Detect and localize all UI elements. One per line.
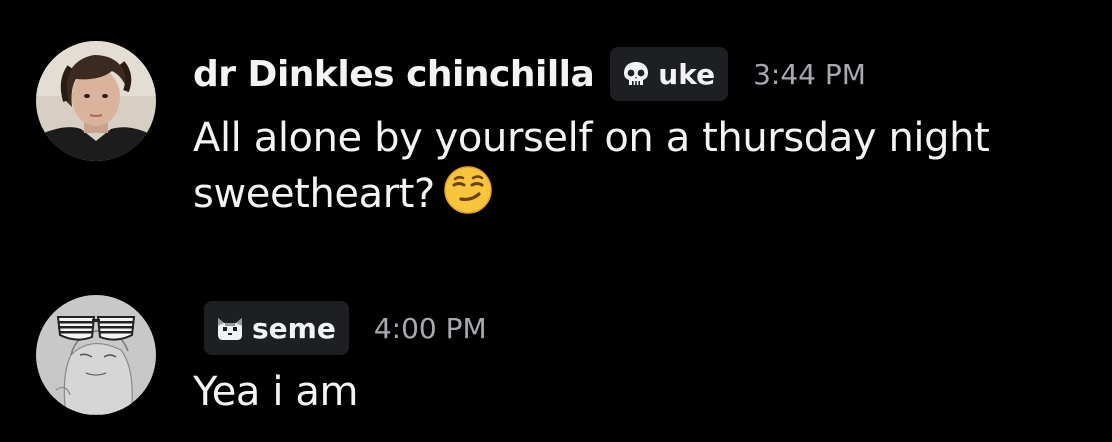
message-content: Yea i am xyxy=(193,365,358,419)
message-line: Yea i am xyxy=(193,369,359,415)
role-tag[interactable]: seme xyxy=(204,301,349,355)
chat-log: dr Dinkles chinchilla uke 3:44 PM All al… xyxy=(0,0,1112,442)
message-content: All alone by yourself on a thursday nigh… xyxy=(193,111,990,221)
message-header: dr Dinkles chinchilla uke 3:44 PM xyxy=(193,46,866,102)
smirking-face-emoji[interactable] xyxy=(443,165,493,215)
message-header: seme 4:00 PM xyxy=(204,300,487,356)
message-line: All alone by yourself on a thursday nigh… xyxy=(193,115,990,161)
cat-icon xyxy=(215,313,245,343)
avatar[interactable] xyxy=(36,295,156,415)
role-tag-label: uke xyxy=(658,57,716,91)
avatar[interactable] xyxy=(36,41,156,161)
role-tag-label: seme xyxy=(252,311,336,345)
message-line-wrap: sweetheart? xyxy=(193,165,989,221)
role-tag[interactable]: uke xyxy=(610,47,729,101)
timestamp[interactable]: 3:44 PM xyxy=(753,58,866,91)
message-line: sweetheart? xyxy=(193,171,435,217)
username[interactable]: dr Dinkles chinchilla xyxy=(193,54,595,95)
timestamp[interactable]: 4:00 PM xyxy=(374,312,487,345)
skull-icon xyxy=(621,59,651,89)
